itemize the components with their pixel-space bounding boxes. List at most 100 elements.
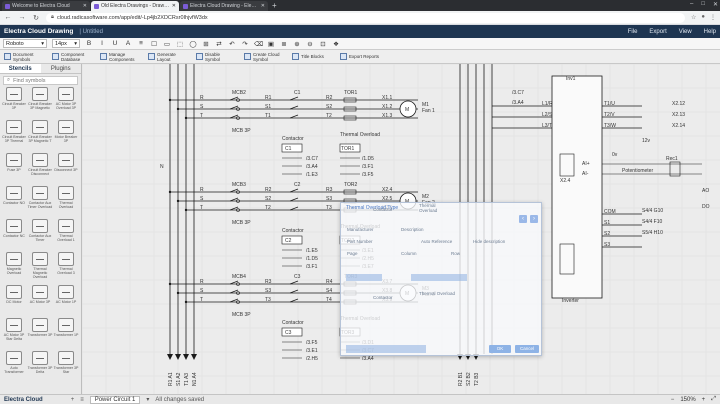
- stencil-symbol[interactable]: Contactor NC: [1, 219, 27, 250]
- container-icon[interactable]: ⬚: [176, 40, 184, 48]
- add-page-icon[interactable]: +: [71, 397, 75, 403]
- menu-view[interactable]: View: [679, 29, 692, 35]
- table-icon[interactable]: ⊞: [202, 40, 210, 48]
- rectangle-icon[interactable]: ▭: [163, 40, 171, 48]
- layers-icon[interactable]: ❖: [332, 40, 340, 48]
- stencil-symbol[interactable]: Thermal Overload 3: [53, 252, 79, 283]
- stencil-symbol[interactable]: AC Motor 1P: [53, 285, 79, 316]
- document-symbols-button[interactable]: Document Symbols: [4, 52, 43, 62]
- hide-description-checkbox[interactable]: Hide description: [473, 239, 505, 244]
- stencil-symbol[interactable]: Circuit Breaker 3P Thermal: [1, 120, 27, 151]
- stencil-symbol[interactable]: Circuit Breaker 3P Magnetic: [27, 87, 53, 118]
- zoom-in-icon[interactable]: ⊕: [293, 40, 301, 48]
- drawing-canvas[interactable]: R R1 R2 X1.1 S S1 S2 X1.2 T T1 T2 X1.3 MCB2 MCB 3P C1 T…: [82, 64, 720, 394]
- export-reports-button[interactable]: Export Reports: [340, 53, 379, 60]
- delete-icon[interactable]: ⌫: [254, 40, 263, 48]
- stencil-symbol[interactable]: Fuse 3P: [1, 153, 27, 184]
- fit-page-icon[interactable]: ⊡: [319, 40, 327, 48]
- star-icon[interactable]: ☆: [691, 14, 696, 21]
- title-blocks-button[interactable]: Title Blocks: [292, 53, 331, 60]
- stencil-symbol[interactable]: Thermal Overload 1: [53, 219, 79, 250]
- symbol-preview-icon: [6, 153, 22, 167]
- stencil-symbol[interactable]: Contactor NO: [1, 186, 27, 217]
- manage-components-button[interactable]: Manage Components: [100, 52, 139, 62]
- disable-symbol-button[interactable]: Disable Symbol: [196, 52, 235, 62]
- stencil-symbol[interactable]: Circuit Breaker Disconnect: [27, 153, 53, 184]
- connector-icon[interactable]: ⇄: [215, 40, 223, 48]
- stencil-symbol[interactable]: Transformer 3P Delta: [27, 351, 53, 382]
- font-select[interactable]: Roboto ▾: [3, 39, 47, 48]
- cancel-button[interactable]: Cancel: [515, 345, 539, 353]
- redo-icon[interactable]: ↷: [241, 40, 249, 48]
- menu-file[interactable]: File: [628, 29, 638, 35]
- stencil-symbol[interactable]: Disconnect 3P: [53, 153, 79, 184]
- browser-tab[interactable]: Welcome to Electra Cloud ✕: [2, 1, 90, 11]
- browser-tab-active[interactable]: Old Electra Drawings - Drawing Dock✕: [91, 1, 179, 11]
- generate-layout-button[interactable]: Generate Layout: [148, 52, 187, 62]
- stencil-symbol[interactable]: AC Motor 3P Star Delta: [1, 318, 27, 349]
- zoom-in-icon[interactable]: +: [702, 397, 706, 403]
- forward-icon[interactable]: →: [18, 14, 26, 21]
- stencil-symbol[interactable]: AC Motor 3P Overload 3P: [53, 87, 79, 118]
- group-icon[interactable]: ▣: [267, 40, 275, 48]
- underline-icon[interactable]: U: [111, 40, 119, 47]
- url-field[interactable]: 🔒︎ cloud.radicasoftware.com/app/edit/-Lp4…: [46, 12, 685, 23]
- zoom-out-icon[interactable]: ⊖: [306, 40, 314, 48]
- zoom-out-icon[interactable]: −: [671, 397, 675, 403]
- close-tab-icon[interactable]: ✕: [83, 3, 87, 9]
- zoom-level[interactable]: 150%: [680, 397, 695, 403]
- stencil-symbol[interactable]: Thermal Magnetic Overload: [27, 252, 53, 283]
- component-database-button[interactable]: Component Database: [52, 52, 91, 62]
- stencil-symbol[interactable]: Contactor Aux Timer Overload: [27, 186, 53, 217]
- close-tab-icon[interactable]: ✕: [172, 3, 176, 9]
- undo-icon[interactable]: ↶: [228, 40, 236, 48]
- close-tab-icon[interactable]: ✕: [261, 3, 265, 9]
- stencil-symbol[interactable]: Transformer 1P: [53, 318, 79, 349]
- page-tab[interactable]: Power Circuit 1: [89, 395, 141, 404]
- junction-dot: [168, 190, 172, 194]
- fit-icon[interactable]: ⤢: [711, 396, 716, 403]
- distribute-icon[interactable]: ≣: [280, 40, 288, 48]
- ellipse-icon[interactable]: ◯: [189, 40, 197, 48]
- stencil-symbol[interactable]: Circuit Breaker 3P Magnetic T: [27, 120, 53, 151]
- stencil-symbol[interactable]: DC Motor: [1, 285, 27, 316]
- font-size-select[interactable]: 14px ▾: [52, 39, 80, 48]
- ok-button[interactable]: OK: [489, 345, 511, 353]
- stencil-symbol[interactable]: Motor Breaker 3P: [53, 120, 79, 151]
- minimize-icon[interactable]: –: [690, 1, 693, 8]
- menu-help[interactable]: Help: [704, 29, 716, 35]
- back-icon[interactable]: ←: [4, 14, 12, 21]
- tab-plugins[interactable]: Plugins: [41, 64, 82, 73]
- close-window-icon[interactable]: ✕: [713, 1, 718, 8]
- output-terminal-tag: X2.14: [672, 123, 685, 129]
- maximize-icon[interactable]: □: [701, 1, 705, 8]
- stencil-symbol[interactable]: Magnetic Overload: [1, 252, 27, 283]
- page-list-icon[interactable]: ≡: [80, 397, 84, 403]
- menu-export[interactable]: Export: [649, 29, 666, 35]
- more-icon[interactable]: ⋮: [710, 14, 716, 21]
- stencil-symbol[interactable]: Contactor Aux Timer: [27, 219, 53, 250]
- browser-tab[interactable]: Electra Cloud Drawing - Electra ✕: [180, 1, 268, 11]
- new-tab-button[interactable]: +: [272, 1, 277, 11]
- bold-icon[interactable]: B: [85, 40, 93, 47]
- next-icon[interactable]: ›: [530, 215, 538, 223]
- symbol-search-input[interactable]: ⌕ Find symbols: [3, 76, 78, 85]
- stencil-symbol[interactable]: Transformer 3P Star: [53, 351, 79, 382]
- stencil-symbol[interactable]: AC Motor 3P: [27, 285, 53, 316]
- stencil-symbol[interactable]: Thermal Overload: [53, 186, 79, 217]
- page-menu-icon[interactable]: ▾: [146, 396, 149, 403]
- stencil-symbol[interactable]: Auto Transformer: [1, 351, 27, 382]
- document-name[interactable]: | Untitled: [79, 29, 103, 35]
- previous-icon[interactable]: ‹: [519, 215, 527, 223]
- italic-icon[interactable]: I: [98, 40, 106, 47]
- shape-icon[interactable]: ☐: [150, 40, 158, 48]
- stencil-symbol[interactable]: Transformer 3P: [27, 318, 53, 349]
- profile-icon[interactable]: ●: [701, 14, 705, 21]
- font-color-icon[interactable]: A: [124, 40, 132, 47]
- create-cloud-symbol-button[interactable]: Create Cloud Symbol: [244, 52, 283, 62]
- reload-icon[interactable]: ↻: [32, 14, 40, 22]
- tab-stencils[interactable]: Stencils: [0, 64, 41, 73]
- stencil-symbol[interactable]: Circuit Breaker 3P: [1, 87, 27, 118]
- auto-reference-checkbox[interactable]: Auto Reference: [421, 239, 452, 244]
- align-icon[interactable]: ≡: [137, 40, 145, 47]
